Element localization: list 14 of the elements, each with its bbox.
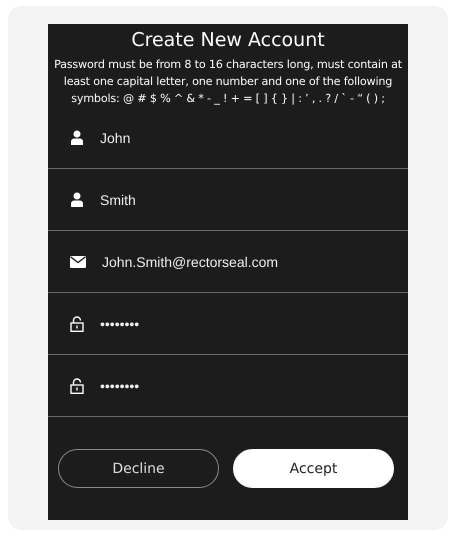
name-field[interactable]: John xyxy=(100,130,380,146)
user-icon xyxy=(70,192,84,207)
decline-button[interactable]: Decline xyxy=(58,449,219,488)
password-field[interactable]: •••••••• xyxy=(100,378,380,394)
password-field[interactable]: •••••••• xyxy=(100,316,380,332)
unlocked-padlock-icon xyxy=(70,316,84,332)
form-title: Create New Account xyxy=(130,28,326,52)
name-field[interactable]: Smith xyxy=(100,192,380,208)
envelope-icon xyxy=(70,256,86,268)
user-icon xyxy=(70,130,84,145)
email-field[interactable]: John.Smith@rectorseal.com xyxy=(102,254,382,270)
password-rules-text: Password must be from 8 to 16 characters long, must contain at least one capital letter, one number and one of the following symbols: @ # $ % ^ & * - _ ! + = [ ] { } | : ’ , . ? / ` - “ ( ) ; xyxy=(53,57,403,107)
accept-button[interactable]: Accept xyxy=(233,449,394,488)
unlocked-padlock-icon xyxy=(70,378,84,394)
